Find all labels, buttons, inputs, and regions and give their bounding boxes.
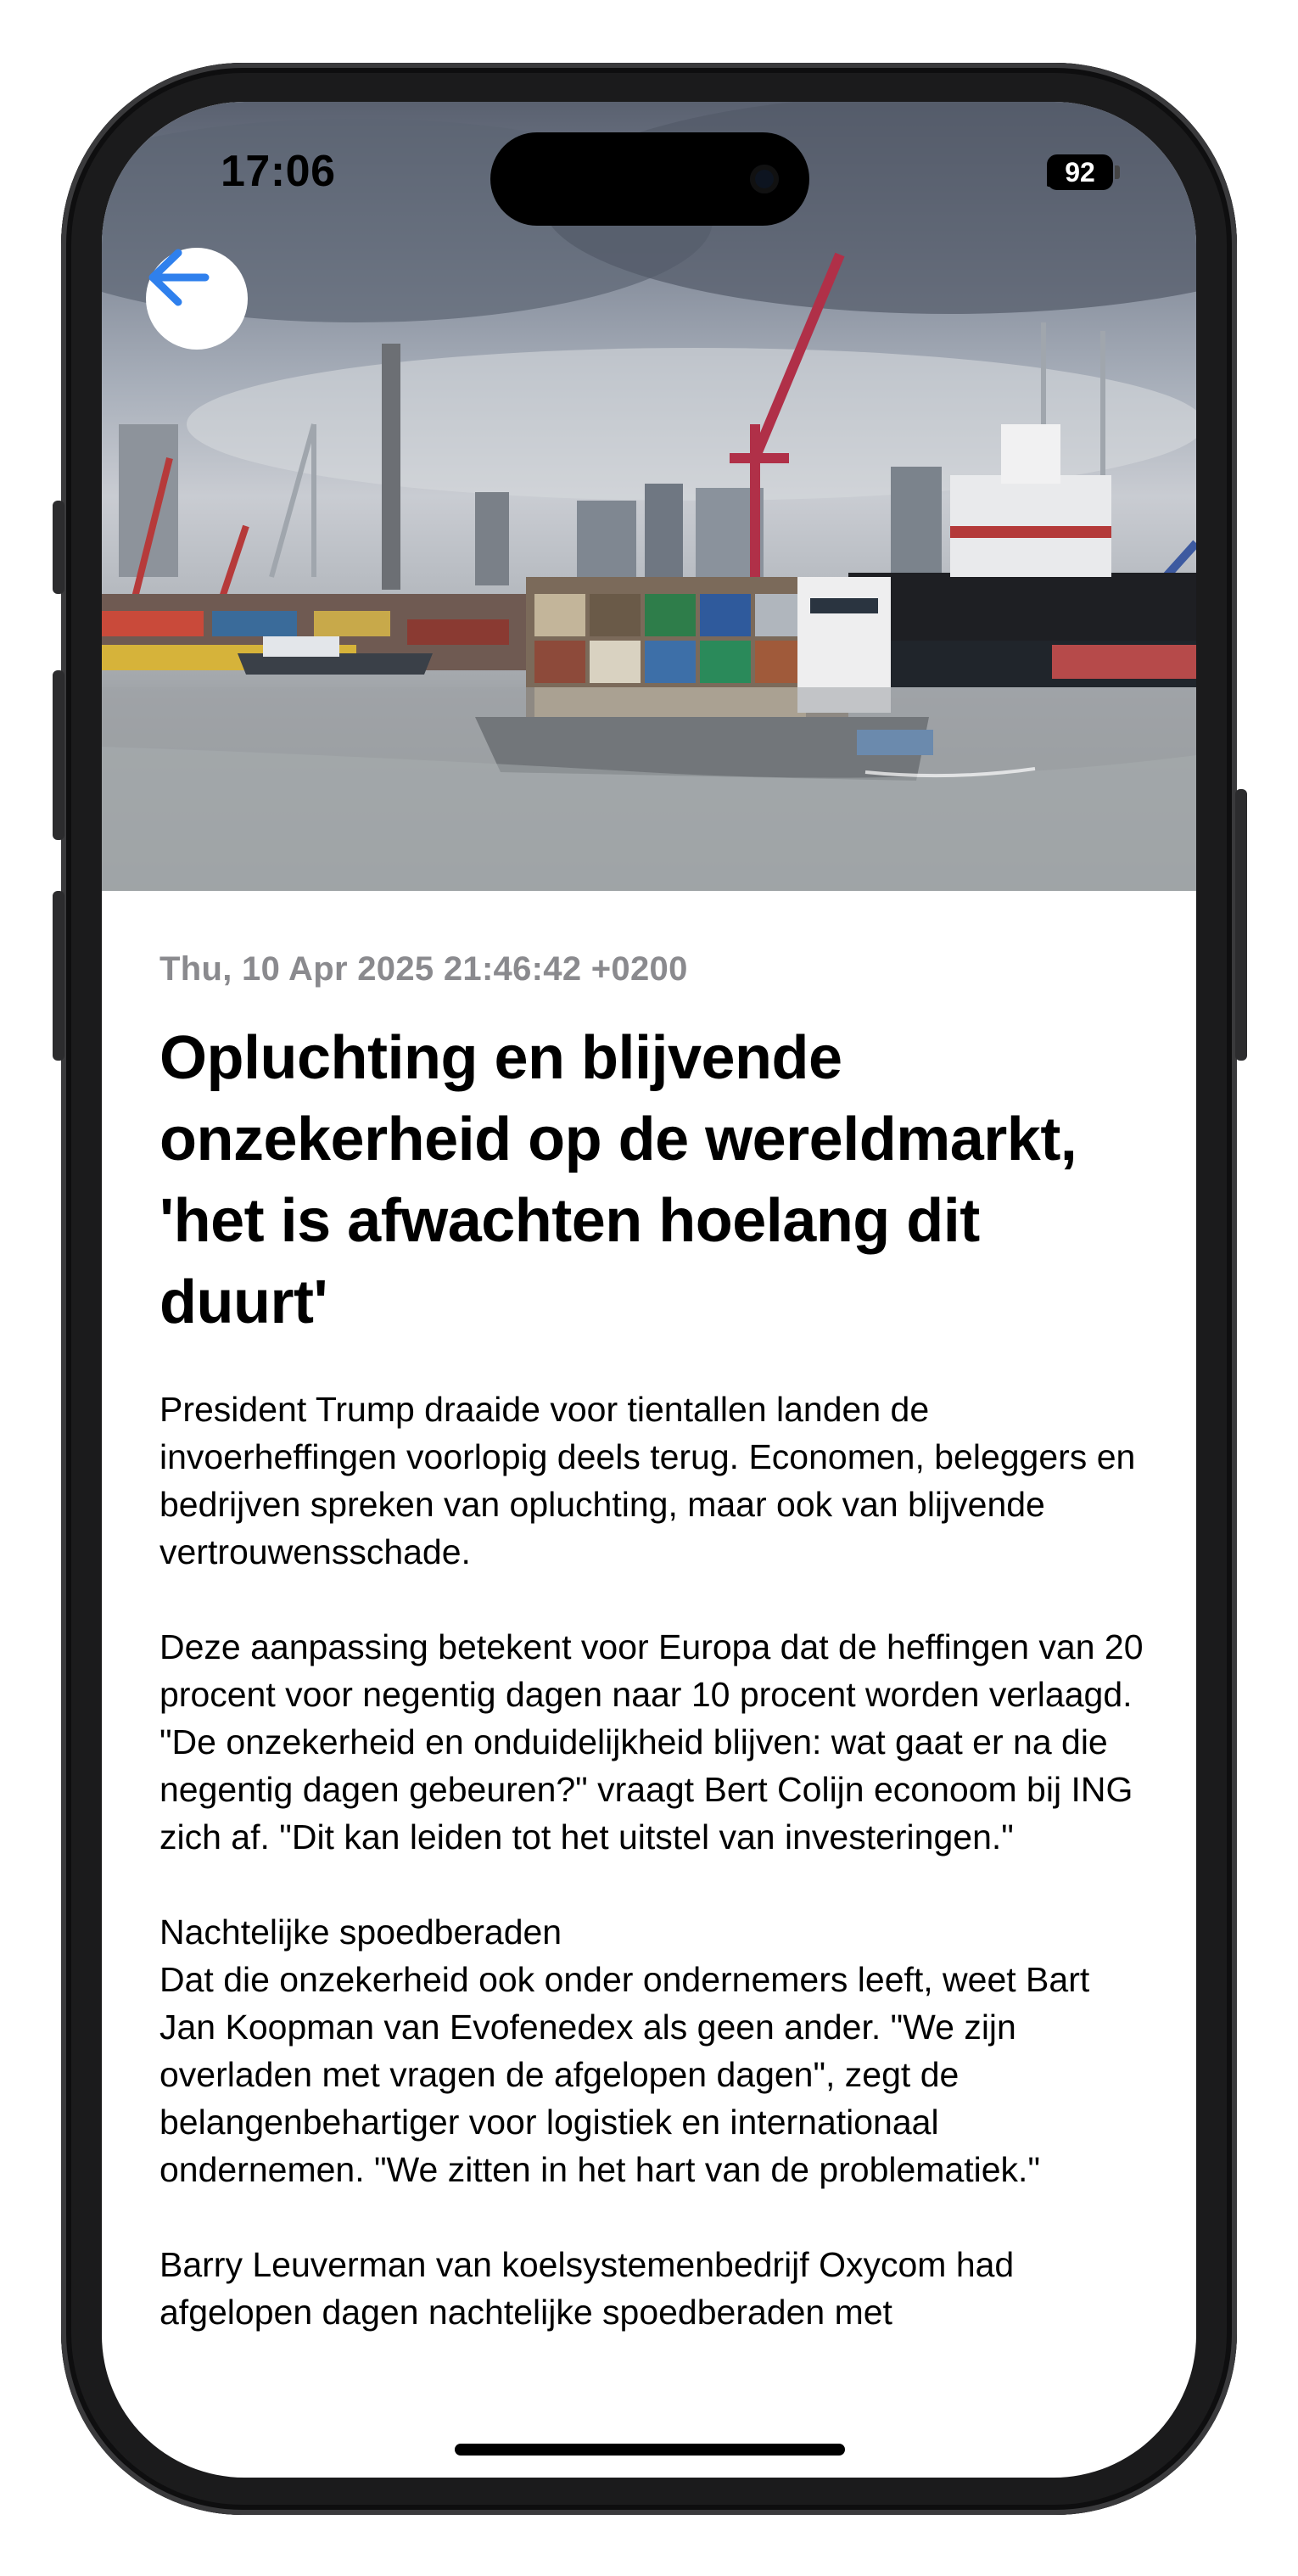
article-date: Thu, 10 Apr 2025 21:46:42 +0200 [159, 950, 688, 988]
article-body: President Trump draaide voor tientallen … [159, 1386, 1152, 2336]
dynamic-island [490, 132, 809, 226]
arrow-left-icon [148, 249, 210, 306]
article-paragraph-text: Dat die onzekerheid ook onder ondernemer… [159, 1960, 1090, 2189]
volume-down-button [53, 891, 64, 1061]
battery-indicator: 92 [1047, 154, 1120, 190]
action-button [53, 501, 64, 594]
article: Thu, 10 Apr 2025 21:46:42 +0200 Opluchti… [159, 950, 1152, 2383]
battery-icon: 92 [1047, 154, 1113, 190]
screen: 17:06 92 Thu, 10 Apr 2025 21:46:42 +0200… [102, 102, 1196, 2478]
camera-icon [750, 165, 779, 193]
article-paragraph: Deze aanpassing betekent voor Europa dat… [159, 1627, 1144, 1856]
article-paragraph: President Trump draaide voor tientallen … [159, 1390, 1136, 1571]
back-button[interactable] [146, 248, 248, 350]
status-icons: 92 [1047, 154, 1120, 190]
home-indicator[interactable] [455, 2444, 845, 2456]
article-paragraph: Barry Leuverman van koelsystemenbedrijf … [159, 2245, 1015, 2332]
volume-up-button [53, 670, 64, 840]
status-time: 17:06 [221, 147, 336, 196]
battery-nub [1115, 165, 1120, 179]
article-title: Opluchting en blijvende onzekerheid op d… [159, 1024, 1077, 1336]
power-button [1235, 789, 1247, 1061]
article-paragraph: Nachtelijke spoedberaden Dat die onzekerh… [159, 1908, 1152, 2193]
article-subheading: Nachtelijke spoedberaden [159, 1912, 562, 1952]
hero-image: 17:06 92 [102, 102, 1196, 891]
